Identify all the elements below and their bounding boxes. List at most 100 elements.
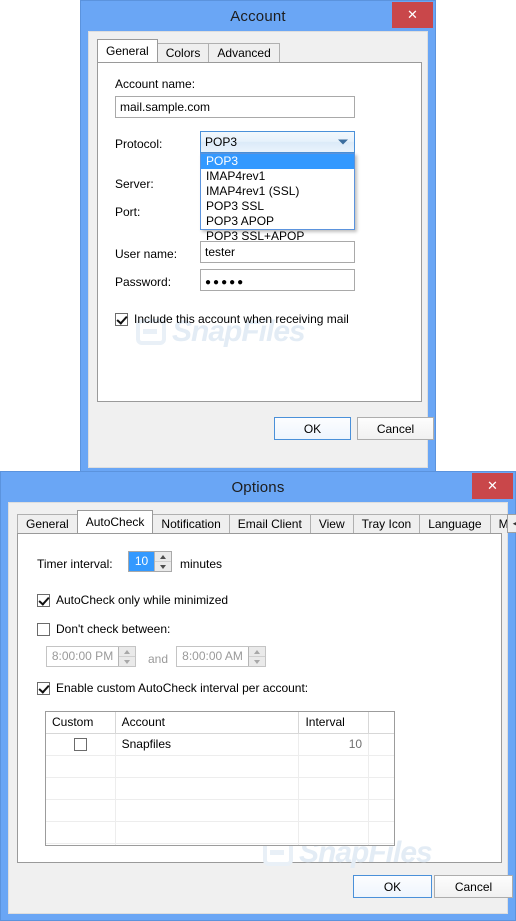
options-dialog-titlebar: Options ✕ [1, 472, 515, 502]
timer-interval-spin-buttons[interactable] [154, 552, 171, 571]
dont-check-between-checkbox[interactable] [37, 622, 50, 636]
spin-down-icon[interactable] [155, 562, 171, 571]
include-account-label: Include this account when receiving mail [134, 312, 349, 326]
tab-autocheck-label: AutoCheck [85, 515, 145, 529]
close-icon[interactable]: ✕ [472, 473, 513, 499]
tab-colors-label: Colors [165, 46, 201, 60]
table-row[interactable] [46, 822, 394, 844]
account-dialog-title: Account [230, 7, 286, 25]
tab-view[interactable]: View [309, 514, 354, 533]
user-name-input[interactable]: tester [200, 241, 355, 263]
row-filler-cell [369, 734, 394, 755]
tab-mouse-actions[interactable]: Mouse A [489, 514, 508, 533]
account-name-label: Account name: [115, 77, 196, 91]
row-custom-cell[interactable] [46, 734, 116, 755]
autocheck-minimized-label: AutoCheck only while minimized [56, 593, 229, 607]
tab-tray-icon-label: Tray Icon [361, 517, 412, 531]
account-ok-button[interactable]: OK [274, 417, 351, 440]
options-ok-button[interactable]: OK [353, 875, 432, 898]
dont-check-to-value[interactable]: 8:00:00 AM [177, 647, 248, 666]
spin-up-icon[interactable] [249, 647, 265, 657]
spin-down-icon[interactable] [119, 657, 135, 666]
tab-email-client-label: Email Client [237, 517, 302, 531]
tab-general-label: General [106, 44, 149, 58]
timer-interval-value[interactable]: 10 [129, 552, 154, 571]
tab-notification-label: Notification [161, 517, 221, 531]
protocol-option-pop3[interactable]: POP3 [201, 154, 354, 169]
dont-check-from-time[interactable]: 8:00:00 PM [46, 646, 136, 667]
options-dialog: Options ✕ General AutoCheck Notification… [0, 471, 516, 921]
options-dialog-title: Options [231, 478, 285, 496]
spin-up-icon[interactable] [119, 647, 135, 657]
column-header-interval[interactable]: Interval [299, 712, 370, 733]
protocol-combobox-value: POP3 [205, 135, 238, 149]
table-row[interactable] [46, 778, 394, 800]
custom-interval-row[interactable]: Enable custom AutoCheck interval per acc… [37, 681, 308, 695]
custom-interval-checkbox[interactable] [37, 681, 50, 695]
row-custom-checkbox[interactable] [73, 738, 87, 751]
port-label: Port: [115, 205, 141, 219]
tab-general[interactable]: General [17, 514, 78, 533]
tab-notification[interactable]: Notification [152, 514, 230, 533]
tab-scroll-left-icon[interactable]: ◄ [506, 514, 516, 533]
dont-check-from-value[interactable]: 8:00:00 PM [47, 647, 118, 666]
dont-check-between-row[interactable]: Don't check between: [37, 622, 170, 636]
protocol-option-pop3-ssl-apop[interactable]: POP3 SSL+APOP [201, 229, 354, 244]
tab-autocheck[interactable]: AutoCheck [76, 510, 154, 533]
tab-language-label: Language [428, 517, 482, 531]
to-time-spin-buttons[interactable] [248, 647, 265, 666]
protocol-option-pop3-ssl[interactable]: POP3 SSL [201, 199, 354, 214]
server-label: Server: [115, 177, 154, 191]
row-interval-cell: 10 [299, 734, 370, 755]
account-cancel-button[interactable]: Cancel [357, 417, 434, 440]
tab-general[interactable]: General [97, 39, 158, 62]
protocol-dropdown-list[interactable]: POP3 IMAP4rev1 IMAP4rev1 (SSL) POP3 SSL … [200, 153, 355, 243]
options-dialog-client: General AutoCheck Notification Email Cli… [8, 502, 516, 914]
table-header-row: Custom Account Interval [46, 712, 394, 734]
include-account-checkbox[interactable] [115, 312, 128, 326]
autocheck-minimized-row[interactable]: AutoCheck only while minimized [37, 593, 228, 607]
options-cancel-button[interactable]: Cancel [434, 875, 513, 898]
spin-up-icon[interactable] [155, 552, 171, 562]
table-row[interactable] [46, 756, 394, 778]
timer-interval-unit: minutes [180, 557, 223, 571]
autocheck-minimized-checkbox[interactable] [37, 593, 50, 607]
accounts-table: Custom Account Interval Snapfiles 10 [45, 711, 395, 846]
tab-colors[interactable]: Colors [156, 43, 210, 62]
protocol-combobox[interactable]: POP3 [200, 131, 355, 153]
account-general-page: SnapFiles Account name: mail.sample.com … [97, 62, 422, 402]
include-account-checkbox-row[interactable]: Include this account when receiving mail [115, 312, 349, 326]
and-label: and [148, 652, 169, 666]
timer-interval-stepper[interactable]: 10 [128, 551, 172, 572]
protocol-option-imap4rev1-ssl[interactable]: IMAP4rev1 (SSL) [201, 184, 354, 199]
tab-scroll-buttons: ◄ ► [506, 514, 516, 533]
account-tabstrip: General Colors Advanced [97, 39, 427, 62]
table-row[interactable] [46, 844, 394, 845]
options-autocheck-page: SnapFiles Timer interval: 10 minutes Aut… [17, 533, 502, 869]
protocol-option-pop3-apop[interactable]: POP3 APOP [201, 214, 354, 229]
tab-advanced[interactable]: Advanced [208, 43, 280, 62]
chevron-down-icon [338, 139, 348, 145]
table-row[interactable]: Snapfiles 10 [46, 734, 394, 756]
tab-language[interactable]: Language [419, 514, 491, 533]
options-tabstrip: General AutoCheck Notification Email Cli… [17, 510, 516, 533]
protocol-label: Protocol: [115, 137, 163, 151]
column-header-filler [369, 712, 394, 733]
from-time-spin-buttons[interactable] [118, 647, 135, 666]
protocol-option-imap4rev1[interactable]: IMAP4rev1 [201, 169, 354, 184]
account-name-input[interactable]: mail.sample.com [115, 96, 355, 118]
table-row[interactable] [46, 800, 394, 822]
tab-email-client[interactable]: Email Client [228, 514, 311, 533]
account-dialog: Account ✕ General Colors Advanced SnapFi… [80, 0, 436, 474]
account-dialog-client: General Colors Advanced SnapFiles Accoun… [88, 31, 434, 468]
dont-check-to-time[interactable]: 8:00:00 AM [176, 646, 266, 667]
close-icon[interactable]: ✕ [392, 2, 433, 28]
row-account-cell: Snapfiles [116, 734, 300, 755]
tab-view-label: View [318, 517, 345, 531]
spin-down-icon[interactable] [249, 657, 265, 666]
password-input[interactable]: ●●●●● [200, 269, 355, 291]
password-label: Password: [115, 275, 172, 289]
tab-tray-icon[interactable]: Tray Icon [352, 514, 421, 533]
column-header-custom[interactable]: Custom [46, 712, 116, 733]
column-header-account[interactable]: Account [116, 712, 300, 733]
